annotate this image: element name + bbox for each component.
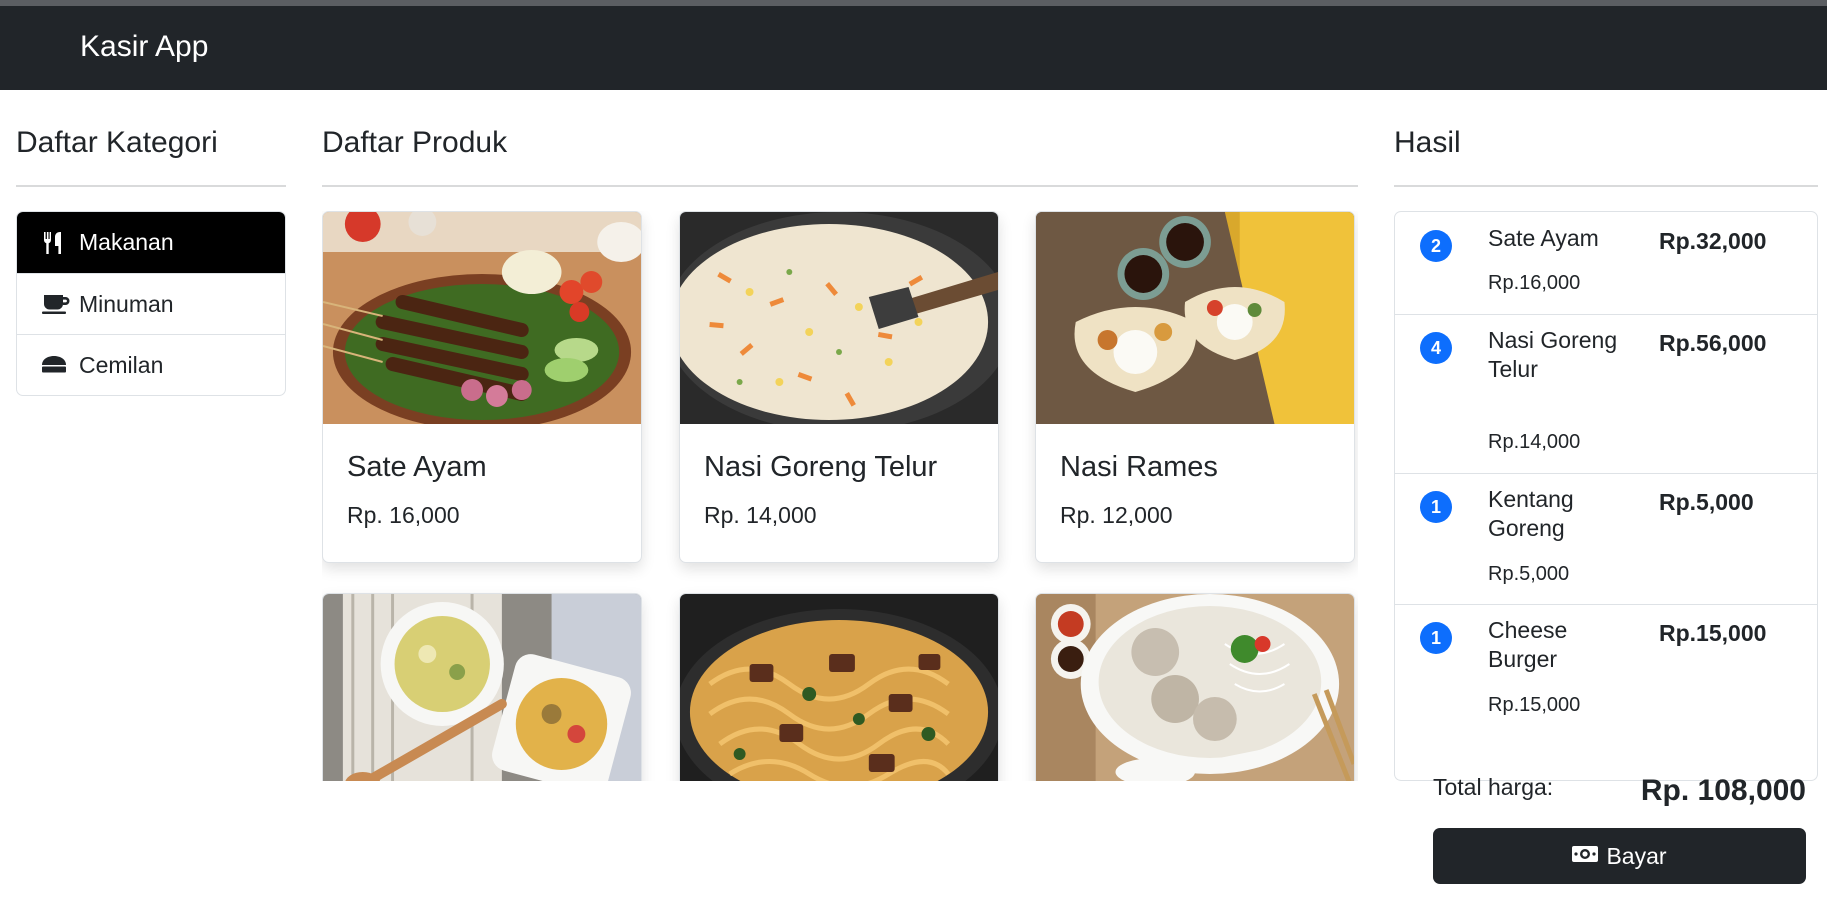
product-grid: Sate Ayam Rp. 16,000 Nasi Goreng Telur R… <box>322 211 1358 781</box>
app-brand[interactable]: Kasir App <box>80 30 208 64</box>
total-label: Total harga: <box>1433 774 1554 800</box>
order-item-unit-price: Rp.16,000 <box>1488 272 1581 294</box>
bakso-photo <box>1036 594 1354 781</box>
product-card-sate-ayam[interactable]: Sate Ayam Rp. 16,000 <box>322 211 642 563</box>
order-item-unit-price: Rp.14,000 <box>1488 431 1581 453</box>
product-price: Rp. 12,000 <box>1060 502 1173 528</box>
order-item-total: Rp.15,000 <box>1659 620 1767 646</box>
order-item-name: Cheese Burger <box>1488 617 1568 672</box>
product-name: Nasi Rames <box>1060 451 1218 483</box>
product-card-nasi-rames[interactable]: Nasi Rames Rp. 12,000 <box>1035 211 1355 563</box>
cheese-icon <box>41 353 71 377</box>
mie-goreng-photo <box>680 594 998 781</box>
hasil-divider <box>1394 185 1818 187</box>
product-card-4[interactable] <box>322 593 642 781</box>
product-price: Rp. 16,000 <box>347 502 460 528</box>
order-item[interactable]: 1 Kentang Goreng Rp.5,000 Rp.5,000 <box>1395 473 1817 604</box>
pay-label: Bayar <box>1606 842 1667 869</box>
order-item-name: Sate Ayam <box>1488 225 1599 251</box>
order-item-total: Rp.32,000 <box>1659 228 1767 254</box>
quantity-badge: 2 <box>1420 230 1452 262</box>
product-price: Rp. 14,000 <box>704 502 817 528</box>
products-divider <box>322 185 1358 187</box>
order-item-total: Rp.56,000 <box>1659 330 1767 356</box>
nasi-goreng-photo <box>680 212 998 432</box>
category-label: Minuman <box>79 290 174 317</box>
product-card-5[interactable] <box>679 593 999 781</box>
quantity-badge: 4 <box>1420 332 1452 364</box>
order-item[interactable]: 2 Sate Ayam Rp.16,000 Rp.32,000 <box>1395 212 1817 314</box>
hasil-title: Hasil <box>1394 126 1461 159</box>
quantity-badge: 1 <box>1420 622 1452 654</box>
sate-ayam-photo <box>323 212 641 430</box>
category-list: Makanan Minuman Cemilan <box>16 211 286 396</box>
nasi-rames-photo <box>1036 212 1354 424</box>
pay-button[interactable]: Bayar <box>1433 828 1806 884</box>
order-item[interactable]: 1 Cheese Burger Rp.15,000 Rp.15,000 <box>1395 604 1817 780</box>
quantity-badge: 1 <box>1420 491 1452 523</box>
category-item-cemilan[interactable]: Cemilan <box>17 334 285 395</box>
money-bill-icon <box>1572 843 1599 870</box>
order-item-name: Kentang Goreng <box>1488 486 1574 541</box>
category-item-makanan[interactable]: Makanan <box>17 212 285 273</box>
lontong-sayur-photo <box>323 594 641 781</box>
total-value: Rp. 108,000 <box>1640 774 1806 807</box>
products-title: Daftar Produk <box>322 126 508 159</box>
order-item-name: Nasi Goreng Telur <box>1488 327 1618 382</box>
order-item-total: Rp.5,000 <box>1659 489 1754 515</box>
category-label: Makanan <box>79 229 174 255</box>
order-item-unit-price: Rp.5,000 <box>1488 563 1570 585</box>
categories-divider <box>16 185 286 187</box>
product-name: Sate Ayam <box>347 451 487 483</box>
order-item[interactable]: 4 Nasi Goreng Telur Rp.14,000 Rp.56,000 <box>1395 314 1817 473</box>
coffee-icon <box>41 292 71 316</box>
order-list: 2 Sate Ayam Rp.16,000 Rp.32,000 4 Nasi G… <box>1394 211 1818 781</box>
utensils-icon <box>41 231 71 255</box>
product-card-nasi-goreng-telur[interactable]: Nasi Goreng Telur Rp. 14,000 <box>679 211 999 563</box>
navbar: Kasir App <box>0 6 1827 90</box>
order-item-unit-price: Rp.15,000 <box>1488 694 1581 716</box>
product-name: Nasi Goreng Telur <box>704 451 938 483</box>
category-item-minuman[interactable]: Minuman <box>17 273 285 334</box>
category-label: Cemilan <box>79 351 164 378</box>
categories-title: Daftar Kategori <box>16 126 218 159</box>
product-card-6[interactable] <box>1035 593 1355 781</box>
